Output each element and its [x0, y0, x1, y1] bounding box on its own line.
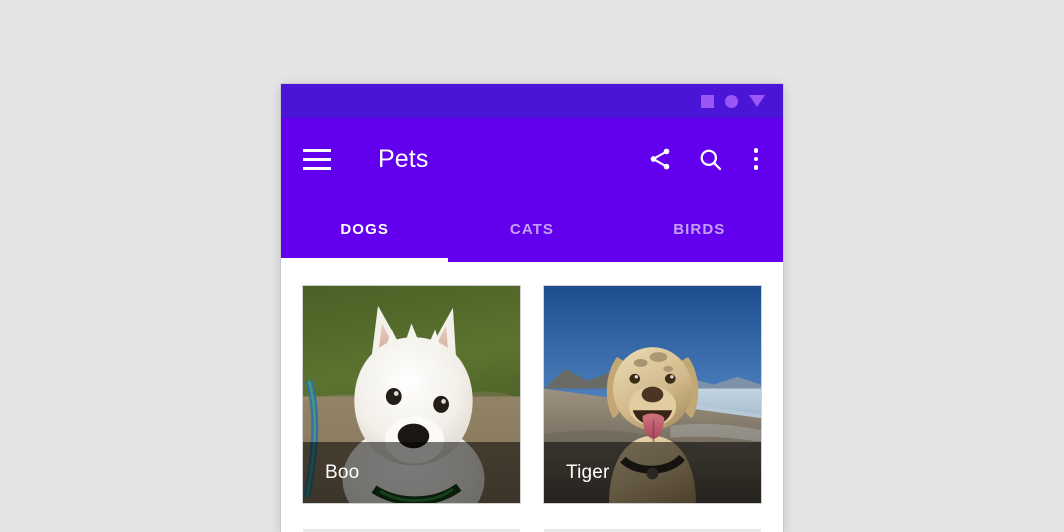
- search-icon[interactable]: [695, 144, 725, 174]
- hamburger-bar: [303, 148, 331, 152]
- toolbar-actions: [645, 144, 767, 174]
- tab-cats[interactable]: CATS: [448, 200, 615, 262]
- overflow-dot: [753, 148, 759, 153]
- overflow-dot: [753, 156, 759, 162]
- hamburger-bar: [303, 166, 331, 170]
- tab-dogs[interactable]: DOGS: [281, 200, 448, 262]
- pet-card[interactable]: Boo: [303, 286, 520, 503]
- app-bar: Pets: [281, 118, 783, 200]
- pet-list-content: Boo Tiger: [281, 262, 783, 532]
- triangle-down-indicator-icon: [749, 95, 765, 107]
- overflow-menu-icon[interactable]: [745, 144, 767, 174]
- status-bar-icons: [701, 94, 765, 108]
- pet-card-label-band: Boo: [303, 442, 520, 503]
- overflow-dot: [753, 165, 759, 170]
- square-indicator-icon: [701, 94, 714, 108]
- page-title: Pets: [378, 144, 429, 173]
- hamburger-menu-icon[interactable]: [303, 143, 335, 175]
- app-window: Pets DOGS CATS BIRDS Boo Tiger: [281, 84, 783, 532]
- tab-bar: DOGS CATS BIRDS: [281, 200, 783, 262]
- tab-birds[interactable]: BIRDS: [616, 200, 783, 262]
- share-icon[interactable]: [645, 144, 675, 174]
- pet-name: Tiger: [566, 461, 610, 483]
- circle-indicator-icon: [725, 94, 738, 108]
- status-bar: [281, 84, 783, 118]
- pet-card-label-band: Tiger: [544, 442, 761, 503]
- pet-card[interactable]: Tiger: [544, 286, 761, 503]
- hamburger-bar: [303, 157, 331, 161]
- pet-name: Boo: [325, 461, 360, 483]
- pet-card-grid: Boo Tiger: [303, 286, 761, 532]
